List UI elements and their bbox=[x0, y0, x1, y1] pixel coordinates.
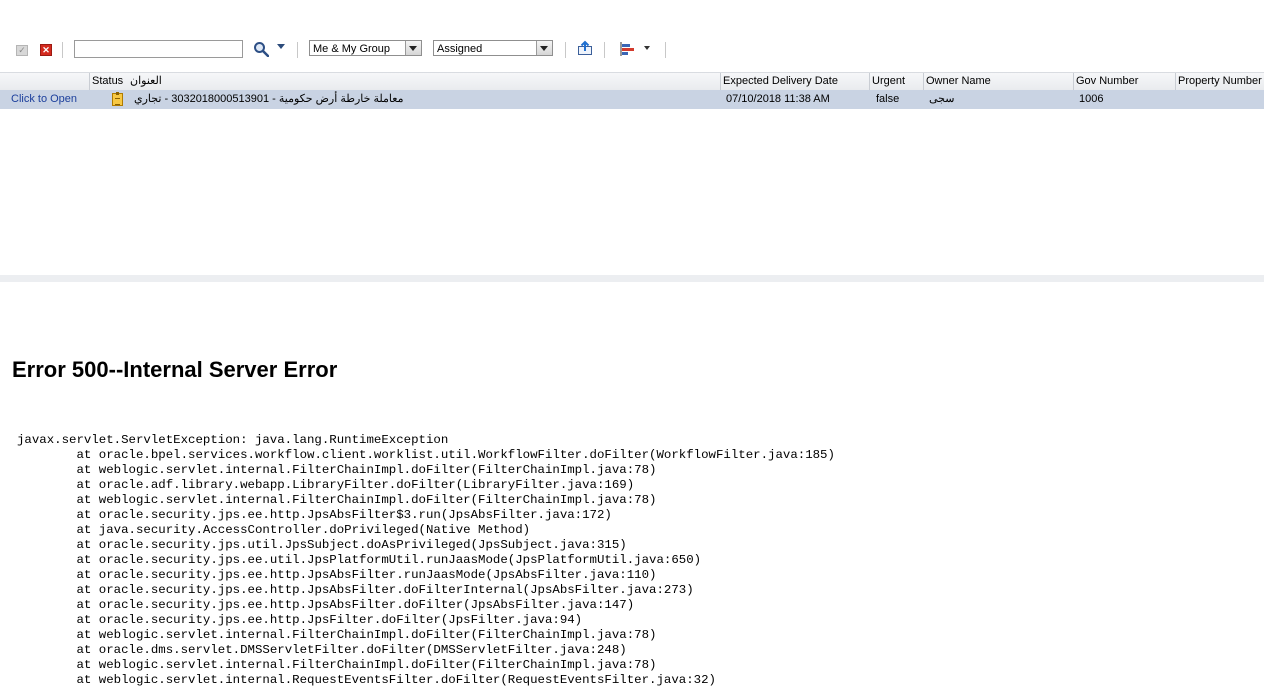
toolbar-divider bbox=[565, 42, 566, 58]
export-icon[interactable] bbox=[577, 40, 593, 56]
pane-splitter[interactable] bbox=[0, 275, 1264, 282]
column-header-owner-name[interactable]: Owner Name bbox=[923, 73, 1073, 90]
chart-options-chevron-icon[interactable] bbox=[644, 46, 650, 50]
search-input[interactable] bbox=[74, 40, 243, 58]
state-filter-value: Assigned bbox=[437, 43, 483, 55]
table-row[interactable]: Click to Open معاملة خارطة أرض حكومية - … bbox=[0, 90, 1264, 109]
assignee-filter-value: Me & My Group bbox=[313, 43, 391, 55]
column-header-title[interactable]: العنوان bbox=[128, 73, 720, 90]
expected-delivery-cell: 07/10/2018 11:38 AM bbox=[726, 93, 830, 105]
task-title: معاملة خارطة أرض حكومية - 30320180005139… bbox=[134, 93, 404, 105]
search-options-chevron-icon[interactable] bbox=[277, 44, 285, 49]
owner-name-cell: سجى bbox=[929, 93, 955, 105]
stack-trace: javax.servlet.ServletException: java.lan… bbox=[17, 433, 835, 687]
column-header-gov-number[interactable]: Gov Number bbox=[1073, 73, 1175, 90]
click-to-open-link[interactable]: Click to Open bbox=[11, 90, 77, 109]
bar-chart-icon[interactable] bbox=[620, 42, 636, 56]
toolbar-divider bbox=[62, 42, 63, 58]
urgent-cell: false bbox=[876, 93, 900, 105]
column-header-property-number[interactable]: Property Number bbox=[1175, 73, 1264, 90]
assignee-filter-select[interactable]: Me & My Group bbox=[309, 40, 422, 56]
column-header-status[interactable]: Status bbox=[89, 73, 128, 90]
delete-icon[interactable]: ✕ bbox=[40, 44, 52, 56]
gov-number-cell: 1006 bbox=[1079, 93, 1104, 105]
state-filter-select[interactable]: Assigned bbox=[433, 40, 553, 56]
task-status-icon bbox=[112, 92, 123, 106]
worklist-toolbar: ✓ ✕ Me & My Group Assigned bbox=[0, 36, 1264, 64]
chevron-down-icon[interactable] bbox=[536, 41, 552, 55]
search-icon[interactable] bbox=[253, 41, 269, 57]
toolbar-divider bbox=[665, 42, 666, 58]
check-icon[interactable]: ✓ bbox=[16, 45, 28, 56]
chevron-down-icon[interactable] bbox=[405, 41, 421, 55]
toolbar-divider bbox=[297, 42, 298, 58]
column-header-urgent[interactable]: Urgent bbox=[869, 73, 923, 90]
task-table-header: Status العنوان Expected Delivery Date Ur… bbox=[0, 72, 1264, 91]
toolbar-divider bbox=[604, 42, 605, 58]
error-title: Error 500--Internal Server Error bbox=[12, 357, 338, 382]
column-header-expected-delivery[interactable]: Expected Delivery Date bbox=[720, 73, 869, 90]
